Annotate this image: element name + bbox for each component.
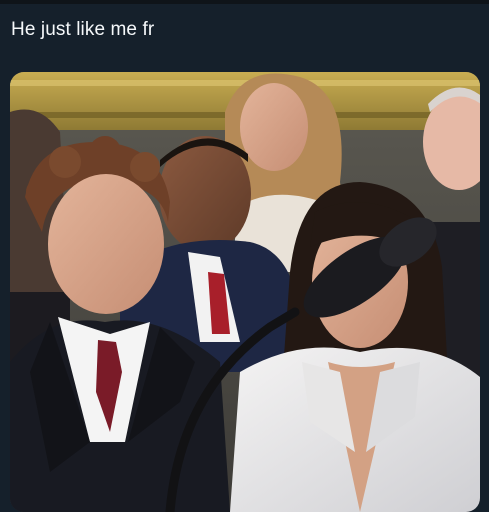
top-strip [0,0,489,4]
photo-illustration [10,72,480,512]
post-text: He just like me fr [11,19,155,40]
post-media-photo[interactable] [10,72,480,512]
